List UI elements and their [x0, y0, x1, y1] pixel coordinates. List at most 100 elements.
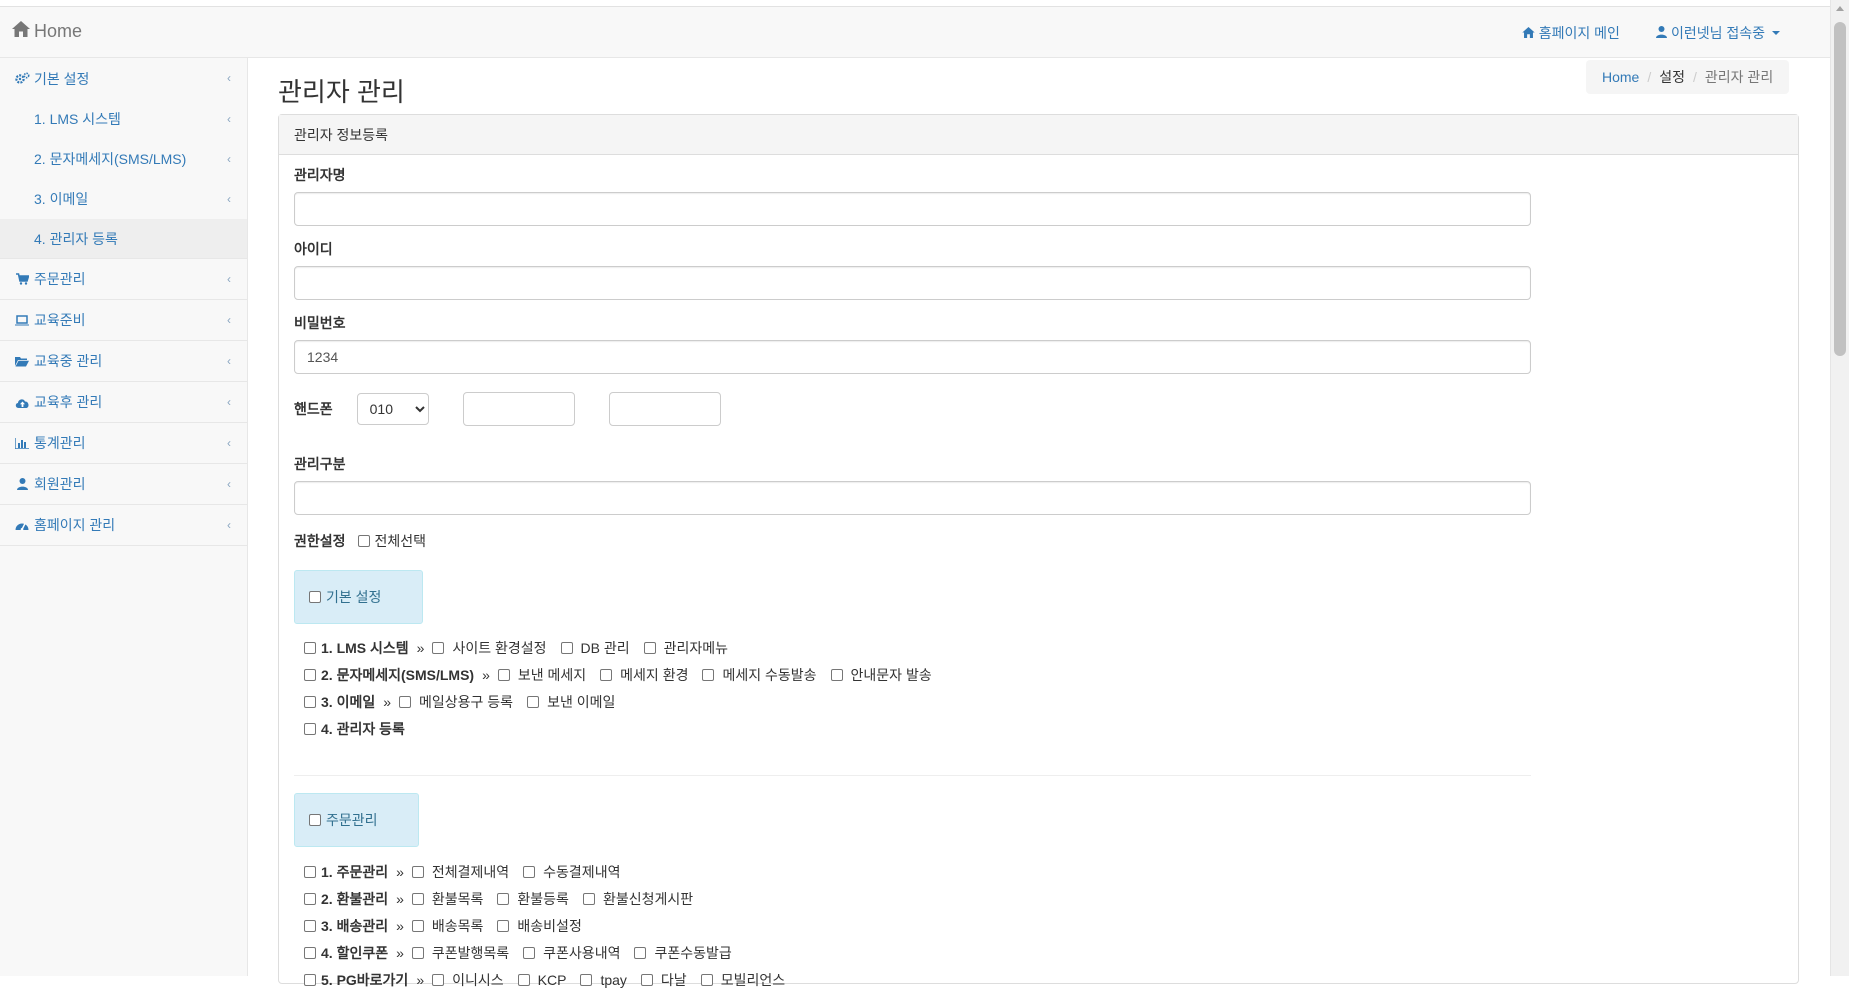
perm-email-checkbox[interactable] [304, 696, 316, 708]
division-label: 관리구분 [294, 456, 346, 472]
chevron-left-icon: ‹ [227, 71, 231, 85]
perm-row-label: 3. 이메일 [321, 694, 376, 710]
perm-option[interactable]: 메일상용구 등록 [399, 692, 513, 712]
brand-home-link[interactable]: Home [12, 21, 82, 42]
sidebar-item-sms[interactable]: 2. 문자메세지(SMS/LMS) ‹ [0, 139, 247, 179]
perm-option-checkbox[interactable] [830, 669, 843, 681]
sidebar-item-orders[interactable]: 주문관리 ‹ [0, 259, 247, 300]
group-orders-checkbox[interactable] [309, 814, 321, 826]
perm-option[interactable]: 관리자메뉴 [643, 638, 728, 658]
perm-row-refund: 2. 환불관리 » 환불목록 환불등록 환불신청게시판 [304, 889, 707, 909]
sidebar-item-admin-register[interactable]: 4. 관리자 등록 [0, 219, 247, 259]
home-icon [1522, 25, 1535, 41]
perm-option[interactable]: 환불목록 [411, 889, 483, 909]
perm-option[interactable]: 안내문자 발송 [830, 665, 932, 685]
perm-order-manage-checkbox[interactable] [304, 866, 316, 878]
perm-delivery-checkbox[interactable] [304, 920, 316, 932]
perm-option[interactable]: 환불등록 [497, 889, 569, 909]
perm-coupon-checkbox[interactable] [304, 947, 316, 959]
perm-option[interactable]: 쿠폰수동발급 [634, 943, 732, 963]
sidebar-item-email[interactable]: 3. 이메일 ‹ [0, 179, 247, 219]
sidebar-item-members[interactable]: 회원관리 ‹ [0, 464, 247, 505]
home-icon [12, 21, 34, 42]
perm-sms-checkbox[interactable] [304, 669, 316, 681]
perm-option[interactable]: 쿠폰사용내역 [523, 943, 620, 963]
perm-option-checkbox[interactable] [643, 642, 656, 654]
raquo-separator: » [383, 694, 392, 710]
division-group: 관리구분 [294, 454, 1531, 515]
admin-name-input[interactable] [294, 192, 1531, 226]
breadcrumb-home[interactable]: Home [1602, 69, 1639, 85]
perm-option[interactable]: 모빌리언스 [700, 970, 785, 990]
password-input[interactable] [294, 340, 1531, 374]
homepage-main-link[interactable]: 홈페이지 메인 [1522, 23, 1620, 43]
perm-option-label: DB 관리 [580, 640, 630, 656]
perm-option-checkbox[interactable] [411, 920, 424, 932]
sidebar-item-education-prep[interactable]: 교육준비 ‹ [0, 300, 247, 341]
perm-option[interactable]: 배송목록 [411, 916, 484, 936]
perm-option-checkbox[interactable] [497, 920, 510, 932]
perm-row-label: 5. PG바로가기 [321, 972, 409, 988]
perm-admin-register-checkbox[interactable] [304, 723, 316, 735]
perm-option-checkbox[interactable] [582, 893, 595, 905]
scrollbar-thumb[interactable] [1834, 22, 1846, 356]
phone-prefix-select[interactable]: 010 [356, 393, 429, 425]
perm-option-checkbox[interactable] [411, 893, 424, 905]
division-input[interactable] [294, 481, 1531, 515]
phone-last-input[interactable] [608, 392, 721, 426]
perm-row-label: 1. 주문관리 [321, 864, 389, 880]
perm-option[interactable]: 사이트 환경설정 [432, 638, 547, 658]
page-scrollbar[interactable] [1830, 0, 1849, 976]
perm-option[interactable]: 배송비설정 [497, 916, 582, 936]
perm-option[interactable]: 수동결제내역 [523, 862, 620, 882]
admin-id-input[interactable] [294, 266, 1531, 300]
perm-option-checkbox[interactable] [634, 947, 647, 959]
user-menu-dropdown[interactable]: 이런넷님 접속중 [1655, 23, 1780, 43]
perm-lms-checkbox[interactable] [304, 642, 316, 654]
perm-option[interactable]: 보낸 메세지 [497, 665, 586, 685]
perm-option-checkbox[interactable] [432, 642, 445, 654]
raquo-separator: » [416, 640, 425, 656]
chevron-left-icon: ‹ [227, 477, 231, 491]
perm-option-checkbox[interactable] [497, 893, 510, 905]
sidebar-item-statistics[interactable]: 통계관리 ‹ [0, 423, 247, 464]
raquo-separator: » [396, 945, 404, 961]
sidebar-item-after-education[interactable]: 교육후 관리 ‹ [0, 382, 247, 423]
perm-option[interactable]: 환불신청게시판 [582, 889, 693, 909]
perm-option[interactable]: KCP [517, 972, 566, 988]
perm-option[interactable]: 다날 [640, 970, 687, 990]
scroll-up-arrow-icon[interactable] [1836, 6, 1844, 11]
perm-row-lms: 1. LMS 시스템 » 사이트 환경설정 DB 관리 관리자메뉴 [304, 638, 742, 658]
perm-option-checkbox[interactable] [600, 669, 613, 681]
raquo-separator: » [396, 864, 404, 880]
sidebar-item-homepage-admin[interactable]: 홈페이지 관리 ‹ [0, 505, 247, 546]
perm-refund-checkbox[interactable] [304, 893, 316, 905]
group-basic-settings-checkbox[interactable] [309, 591, 321, 603]
perm-option-checkbox[interactable] [527, 696, 540, 708]
sidebar-item-lms-system[interactable]: 1. LMS 시스템 ‹ [0, 99, 247, 139]
perm-option-checkbox[interactable] [411, 947, 424, 959]
phone-middle-input[interactable] [462, 392, 575, 426]
sidebar-item-in-education[interactable]: 교육중 관리 ‹ [0, 341, 247, 382]
perm-option[interactable]: 쿠폰발행목록 [411, 943, 509, 963]
perm-option-label: 배송목록 [431, 918, 484, 934]
perm-option-checkbox[interactable] [702, 669, 715, 681]
perm-option-checkbox[interactable] [560, 642, 573, 654]
perm-option[interactable]: 메세지 수동발송 [702, 665, 817, 685]
perm-option-checkbox[interactable] [411, 866, 424, 878]
perm-option-checkbox[interactable] [497, 669, 510, 681]
bar-chart-icon [14, 437, 30, 449]
perm-option[interactable]: 이니시스 [432, 970, 504, 990]
perm-option-label: 메세지 환경 [620, 667, 689, 683]
perm-option-checkbox[interactable] [523, 866, 536, 878]
perm-option[interactable]: DB 관리 [560, 638, 630, 658]
perm-option[interactable]: 메세지 환경 [600, 665, 688, 685]
perm-option-checkbox[interactable] [399, 696, 412, 708]
perm-option-checkbox[interactable] [523, 947, 536, 959]
sidebar-item-basic-settings[interactable]: 기본 설정 ‹ [0, 58, 247, 99]
select-all-checkbox[interactable] [357, 535, 370, 547]
sidebar-item-label: 주문관리 [34, 271, 86, 287]
perm-option[interactable]: tpay [580, 972, 627, 988]
perm-option[interactable]: 전체결제내역 [411, 862, 509, 882]
perm-option[interactable]: 보낸 이메일 [527, 692, 615, 712]
